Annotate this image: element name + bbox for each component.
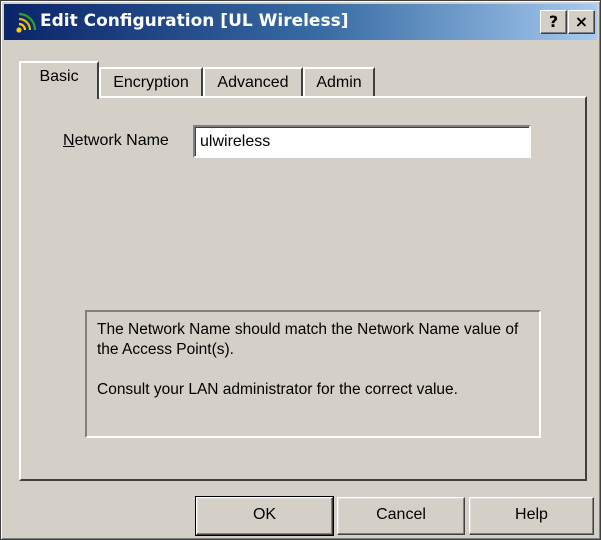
tab-basic[interactable]: Basic — [19, 61, 99, 99]
info-text-match: The Network Name should match the Networ… — [97, 321, 519, 358]
info-text-consult: Consult your LAN administrator for the c… — [97, 381, 458, 398]
tab-advanced-label: Advanced — [217, 74, 289, 91]
tab-advanced[interactable]: Advanced — [203, 67, 303, 97]
network-name-label: Network Name — [63, 132, 169, 150]
cancel-button[interactable]: Cancel — [337, 497, 465, 535]
help-button[interactable]: Help — [469, 497, 594, 535]
title-bar[interactable]: Edit Configuration [UL Wireless] ? × — [4, 4, 597, 40]
ok-button[interactable]: OK — [195, 496, 334, 536]
tab-admin[interactable]: Admin — [303, 67, 375, 97]
tab-encryption-label: Encryption — [113, 74, 189, 91]
tab-encryption[interactable]: Encryption — [99, 67, 203, 97]
title-help-button[interactable]: ? — [540, 10, 567, 34]
title-close-button[interactable]: × — [568, 10, 595, 34]
network-name-input[interactable] — [193, 125, 531, 158]
tab-admin-label: Admin — [316, 74, 362, 91]
network-name-label-mnemonic: N — [63, 132, 75, 149]
edit-configuration-dialog: Edit Configuration [UL Wireless] ? × Bas… — [0, 0, 601, 540]
basic-tab-panel: Network Name The Network Name should mat… — [19, 96, 587, 481]
network-name-label-text: etwork Name — [74, 132, 169, 149]
wireless-signal-icon — [16, 12, 37, 33]
tab-basic-label: Basic — [39, 68, 79, 85]
window-title: Edit Configuration [UL Wireless] — [40, 11, 349, 31]
network-name-info-box: The Network Name should match the Networ… — [85, 310, 541, 438]
